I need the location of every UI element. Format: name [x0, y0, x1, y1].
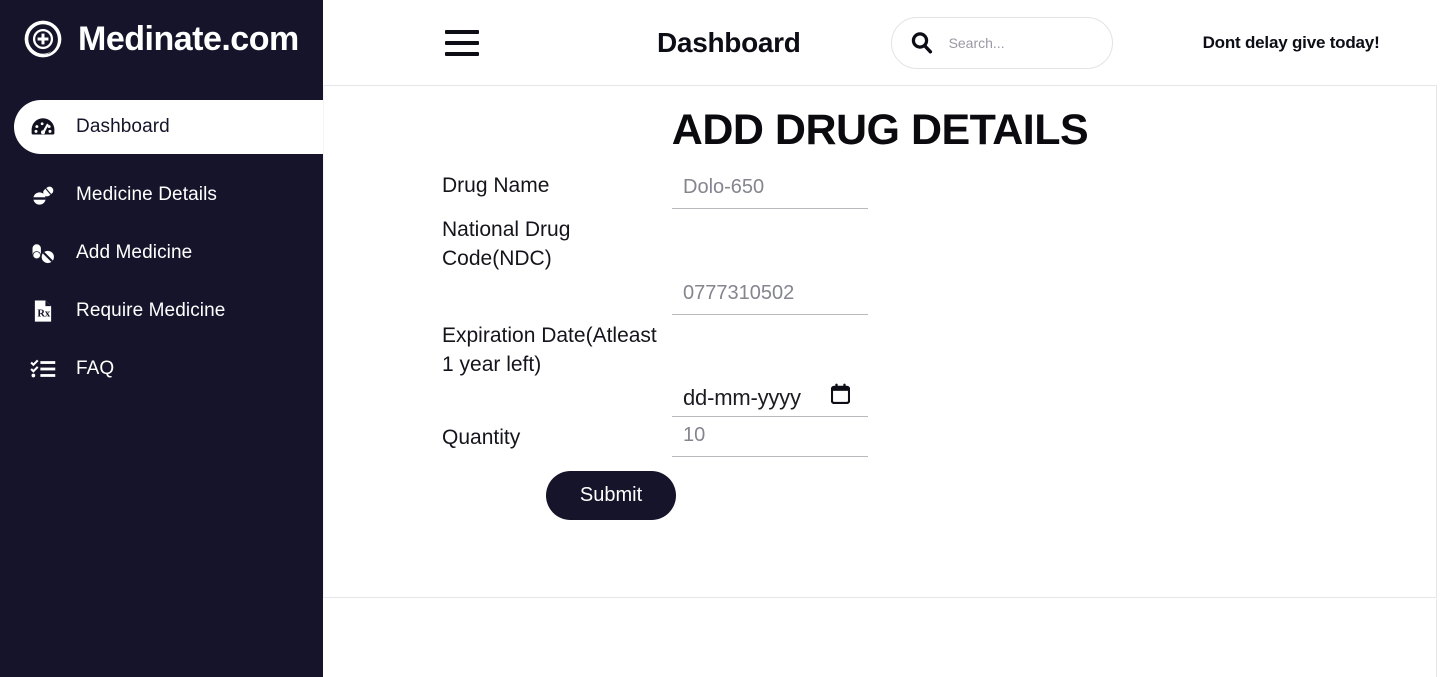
sidebar-item-require-medicine[interactable]: Rx Require Medicine — [14, 284, 323, 338]
form-title: ADD DRUG DETAILS — [671, 106, 1089, 154]
sidebar-item-medicine-details[interactable]: Medicine Details — [14, 168, 323, 222]
ndc-label: National Drug Code(NDC) — [442, 218, 571, 270]
donation-tagline: Dont delay give today! — [1202, 32, 1380, 52]
rx-document-icon: Rx — [28, 296, 58, 326]
top-header: Dashboard Dont delay give today! — [323, 0, 1440, 85]
date-input[interactable]: dd-mm-yyyy — [672, 379, 868, 417]
pills-icon — [28, 180, 58, 210]
calendar-icon[interactable] — [830, 383, 851, 405]
submit-row: Submit — [324, 471, 1436, 520]
form-row-expiration-date: Expiration Date(Atleast 1 year left) dd-… — [442, 315, 1436, 417]
sidebar-item-dashboard[interactable]: Dashboard — [14, 100, 323, 154]
expiration-date-control: dd-mm-yyyy — [672, 379, 868, 417]
ndc-input[interactable] — [672, 279, 868, 315]
expiration-date-label: Expiration Date(Atleast 1 year left) — [442, 324, 657, 376]
drug-name-input[interactable] — [672, 173, 868, 209]
hamburger-menu-icon[interactable] — [445, 29, 479, 56]
form-row-quantity: Quantity — [442, 417, 1436, 457]
sidebar-item-label: Add Medicine — [76, 242, 193, 263]
add-drug-form: Drug Name National Drug Code(NDC) Expira… — [324, 165, 1436, 457]
hamburger-bar — [445, 29, 479, 34]
sidebar: Medinate.com Dashboard Medicine Details … — [0, 0, 323, 677]
date-placeholder-text: dd-mm-yyyy — [683, 384, 801, 410]
checklist-icon — [28, 354, 58, 384]
form-row-ndc: National Drug Code(NDC) — [442, 209, 1436, 315]
sidebar-item-add-medicine[interactable]: Add Medicine — [14, 226, 323, 280]
medical-cross-circle-icon — [22, 18, 64, 60]
search-input[interactable] — [948, 34, 1099, 51]
svg-text:Rx: Rx — [37, 309, 51, 320]
hamburger-bar — [445, 51, 479, 56]
quantity-input[interactable] — [672, 421, 868, 457]
brand[interactable]: Medinate.com — [0, 0, 323, 78]
hamburger-bar — [445, 40, 479, 45]
page-title: Dashboard — [657, 26, 801, 58]
capsule-pill-icon — [28, 238, 58, 268]
sidebar-item-label: Medicine Details — [76, 184, 217, 205]
sidebar-item-label: Require Medicine — [76, 300, 226, 321]
drug-name-label: Drug Name — [442, 174, 550, 197]
ndc-control — [672, 279, 868, 315]
app-root: Medinate.com Dashboard Medicine Details … — [0, 0, 1440, 677]
quantity-label: Quantity — [442, 426, 521, 449]
sidebar-item-label: FAQ — [76, 358, 115, 379]
drug-name-control — [672, 173, 868, 209]
search-bar[interactable] — [890, 16, 1113, 69]
form-row-drug-name: Drug Name — [442, 165, 1436, 209]
brand-name: Medinate.com — [78, 19, 299, 58]
content-panel: ADD DRUG DETAILS Drug Name National Drug… — [323, 85, 1437, 598]
sidebar-nav: Dashboard Medicine Details Add Medicine … — [0, 100, 323, 396]
sidebar-item-faq[interactable]: FAQ — [14, 342, 323, 396]
sidebar-item-label: Dashboard — [76, 116, 170, 137]
speedometer-icon — [28, 112, 58, 142]
submit-button[interactable]: Submit — [546, 471, 676, 520]
quantity-control — [672, 421, 868, 457]
search-icon — [909, 30, 935, 56]
panel-footer-area — [323, 599, 1437, 677]
